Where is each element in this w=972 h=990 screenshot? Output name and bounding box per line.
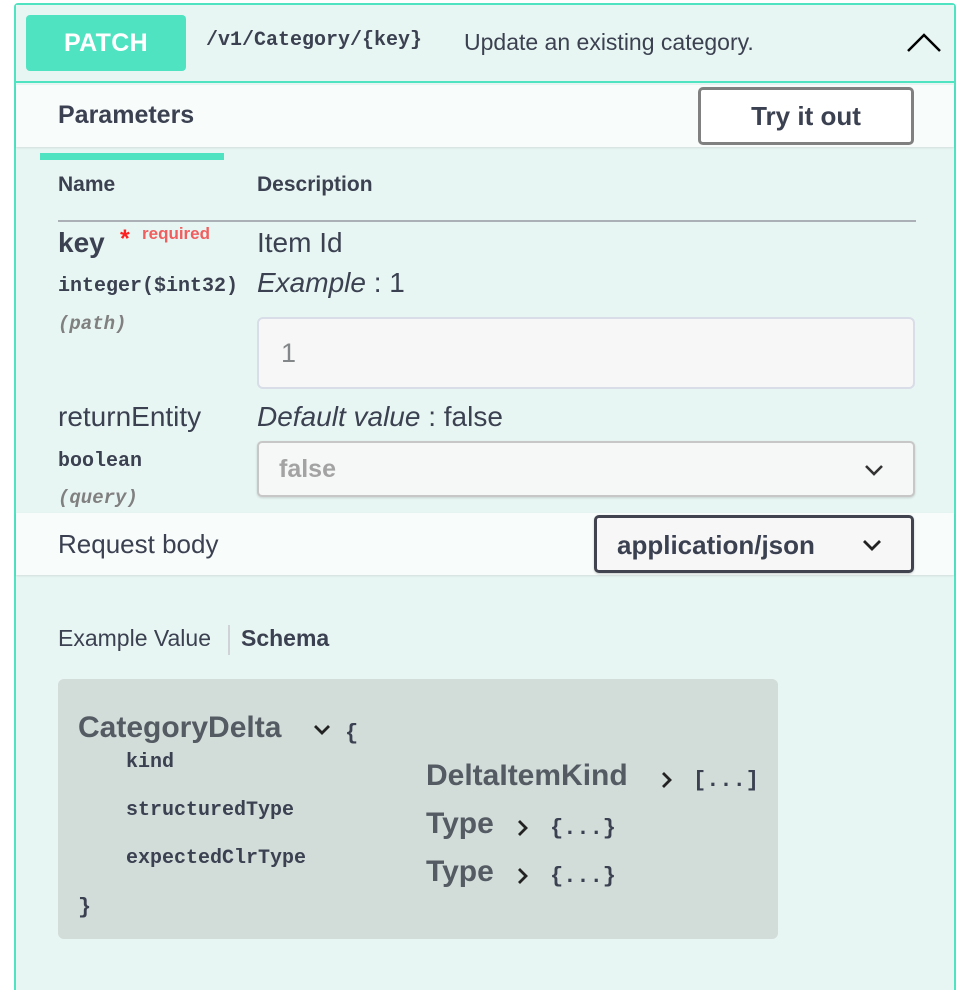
open-brace: { [345, 721, 359, 746]
model-name[interactable]: CategoryDelta [78, 711, 281, 745]
tab-parameters[interactable]: Parameters [58, 101, 194, 130]
default-value: false [443, 401, 503, 432]
chevron-right-icon[interactable] [516, 818, 530, 838]
chevron-down-icon[interactable] [312, 723, 332, 737]
required-label: required [142, 224, 211, 243]
param-in-returnentity: (query) [58, 487, 138, 509]
operation-summary[interactable]: PATCH /v1/Category/{key} Update an exist… [16, 5, 954, 83]
param-type-key: integer($int32) [58, 275, 239, 298]
close-brace: } [78, 895, 92, 920]
property-type-link[interactable]: DeltaItemKind [426, 759, 628, 793]
request-body-label: Request body [58, 529, 219, 559]
column-header-description: Description [257, 173, 373, 196]
content-type-select[interactable]: application/json [594, 515, 914, 573]
collapsed-object[interactable]: {...} [550, 864, 616, 889]
param-example-key: Example : 1 [257, 267, 405, 299]
chevron-up-icon[interactable] [904, 27, 944, 59]
example-value: 1 [389, 267, 405, 298]
returnentity-select[interactable]: false [257, 441, 915, 497]
param-type-returnentity: boolean [58, 450, 143, 473]
try-it-out-button[interactable]: Try it out [698, 87, 914, 145]
content-type-value: application/json [617, 530, 815, 560]
chevron-down-icon [865, 465, 883, 476]
property-name: expectedClrType [126, 847, 307, 870]
param-in-key: (path) [58, 313, 127, 335]
required-star: * [120, 225, 130, 253]
default-label: Default value [257, 401, 421, 432]
property-name: structuredType [126, 799, 295, 822]
param-name-key: key [58, 227, 105, 258]
property-type-link[interactable]: Type [426, 807, 494, 841]
column-header-name: Name [58, 173, 116, 196]
tab-active-indicator [40, 153, 224, 160]
returnentity-select-value: false [279, 455, 336, 483]
chevron-right-icon[interactable] [516, 866, 530, 886]
default-separator: : [420, 401, 444, 432]
tab-example-value[interactable]: Example Value [58, 625, 211, 652]
tab-schema[interactable]: Schema [241, 625, 329, 652]
param-name-returnentity: returnEntity [58, 401, 202, 432]
tab-divider [228, 625, 230, 655]
property-name: kind [126, 751, 175, 774]
operation-path: /v1/Category/{key} [206, 29, 423, 52]
key-input[interactable]: 1 [257, 317, 915, 389]
chevron-down-icon [863, 540, 881, 551]
example-separator: : [365, 267, 390, 298]
schema-model-box: CategoryDelta { kind structuredType expe… [58, 679, 778, 939]
example-label: Example [257, 267, 366, 298]
method-badge: PATCH [26, 15, 186, 71]
param-description-key: Item Id [257, 227, 343, 258]
parameters-header: Parameters Try it out [16, 85, 954, 160]
header-divider [58, 220, 916, 222]
param-default-returnentity: Default value : false [257, 401, 503, 433]
chevron-right-icon[interactable] [660, 770, 674, 790]
request-body-header: Request body application/json [16, 513, 954, 575]
operation-description: Update an existing category. [464, 29, 754, 55]
property-type-link[interactable]: Type [426, 855, 494, 889]
collapsed-array[interactable]: [...] [693, 768, 759, 793]
operation-block: PATCH /v1/Category/{key} Update an exist… [14, 3, 956, 990]
collapsed-object[interactable]: {...} [550, 816, 616, 841]
